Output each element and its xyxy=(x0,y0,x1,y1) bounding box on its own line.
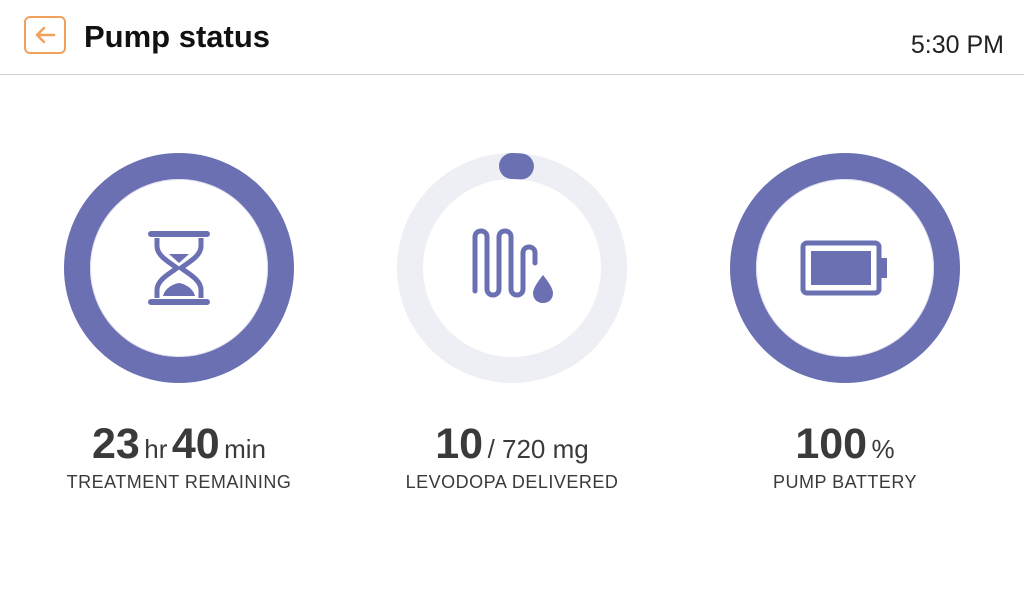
delivered-total: / 720 mg xyxy=(487,434,589,464)
arrow-left-icon xyxy=(35,26,56,44)
levodopa-delivered-label: LEVODOPA DELIVERED xyxy=(405,472,619,492)
treatment-remaining-tile: 23 hr 40 min TREATMENT REMAINING xyxy=(29,150,329,493)
treatment-remaining-label: TREATMENT REMAINING xyxy=(66,472,292,492)
hours-value: 23 xyxy=(91,420,140,468)
battery-unit: % xyxy=(871,434,895,464)
pump-battery-label: PUMP BATTERY xyxy=(772,472,918,492)
minutes-value: 40 xyxy=(171,420,220,468)
tube-drop-icon xyxy=(467,223,557,313)
levodopa-delivered-value: 10 / 720 mg xyxy=(362,420,662,468)
minutes-unit: min xyxy=(224,434,267,464)
treatment-remaining-value: 23 hr 40 min xyxy=(29,420,329,468)
battery-progress-ring xyxy=(727,150,963,386)
battery-percent: 100 xyxy=(795,420,868,468)
pump-battery-tile: 100 % PUMP BATTERY xyxy=(695,150,995,493)
clock-time: 5:30 PM xyxy=(910,31,1004,59)
header-bar: Pump status 5:30 PM xyxy=(0,0,1024,75)
battery-icon xyxy=(800,240,890,296)
delivered-amount: 10 xyxy=(435,420,484,468)
page-title: Pump status xyxy=(84,19,271,54)
hours-unit: hr xyxy=(144,434,168,464)
hourglass-icon xyxy=(147,230,211,306)
battery-value: 100 % xyxy=(695,420,995,468)
levodopa-progress-ring xyxy=(394,150,630,386)
levodopa-delivered-tile: 10 / 720 mg LEVODOPA DELIVERED xyxy=(362,150,662,493)
back-button[interactable] xyxy=(24,16,66,54)
treatment-progress-ring xyxy=(61,150,297,386)
